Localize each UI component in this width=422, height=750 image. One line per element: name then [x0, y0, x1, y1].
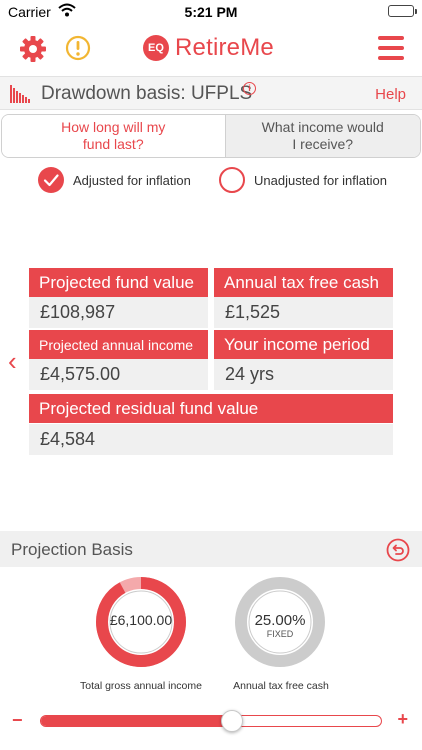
status-bar: Carrier 5:21 PM	[0, 0, 422, 24]
tab-fund-duration[interactable]: How long will my fund last?	[2, 115, 225, 157]
slider-thumb[interactable]	[220, 710, 243, 732]
help-link[interactable]: Help	[375, 86, 406, 103]
adjusted-inflation-option[interactable]: Adjusted for inflation	[38, 166, 191, 194]
projection-basis-title: Projection Basis	[11, 540, 133, 559]
projected-fund-value: £108,987	[29, 297, 208, 328]
hamburger-menu-icon[interactable]	[378, 36, 404, 60]
gross-income-caption: Total gross annual income	[80, 680, 202, 692]
info-icon[interactable]: i	[243, 82, 256, 95]
gross-income-gauge-value: £6,100.00	[109, 612, 173, 628]
slider-decrease-button[interactable]: −	[12, 710, 23, 731]
income-period-value: 24 yrs	[214, 359, 393, 390]
fixed-badge: FIXED	[266, 629, 294, 639]
drawdown-basis-bar: Drawdown basis: UFPLS i Help	[0, 76, 422, 110]
residual-fund-value: £4,584	[29, 424, 393, 455]
radio-unchecked-icon[interactable]	[219, 167, 245, 193]
app-logo: EQ RetireMe	[143, 33, 274, 63]
checkmark-icon[interactable]	[38, 167, 64, 193]
drawdown-basis-title: Drawdown basis: UFPLS	[41, 83, 253, 104]
projected-fund-value-label: Projected fund value	[29, 268, 208, 297]
projection-basis-bar: Projection Basis	[0, 531, 422, 567]
slider-increase-button[interactable]: +	[397, 709, 408, 730]
tax-free-cash-caption: Annual tax free cash	[233, 680, 329, 692]
bar-chart-icon	[10, 85, 32, 108]
annual-tax-free-cash-value: £1,525	[214, 297, 393, 328]
tax-free-cash-gauge-value: 25.00%	[254, 612, 306, 629]
projected-annual-income-label: Projected annual income	[29, 330, 208, 359]
adjusted-inflation-label: Adjusted for inflation	[73, 172, 191, 188]
reset-icon[interactable]	[386, 538, 410, 562]
gear-icon[interactable]	[18, 34, 48, 64]
tab-income-amount[interactable]: What income would I receive?	[224, 115, 420, 157]
slider-track[interactable]	[40, 715, 382, 727]
unadjusted-inflation-label: Unadjusted for inflation	[254, 172, 387, 188]
projection-slider[interactable]: − +	[0, 707, 422, 737]
slider-fill	[41, 716, 232, 726]
alert-icon[interactable]	[64, 34, 92, 62]
chevron-left-icon[interactable]: ‹	[8, 348, 17, 374]
calculation-mode-segment: How long will my fund last? What income …	[1, 114, 421, 158]
residual-fund-value-label: Projected residual fund value	[29, 394, 393, 423]
unadjusted-inflation-option[interactable]: Unadjusted for inflation	[219, 166, 387, 194]
tax-free-cash-gauge[interactable]: 25.00% FIXED	[234, 576, 326, 668]
logo-badge: EQ	[143, 35, 169, 61]
income-period-label: Your income period	[214, 330, 393, 359]
battery-icon	[388, 5, 417, 17]
projected-annual-income-value: £4,575.00	[29, 359, 208, 390]
annual-tax-free-cash-label: Annual tax free cash	[214, 268, 393, 297]
gross-income-gauge[interactable]: £6,100.00	[95, 576, 187, 668]
app-name: RetireMe	[175, 34, 274, 61]
app-header: EQ RetireMe	[0, 24, 422, 74]
status-time: 5:21 PM	[184, 4, 238, 20]
